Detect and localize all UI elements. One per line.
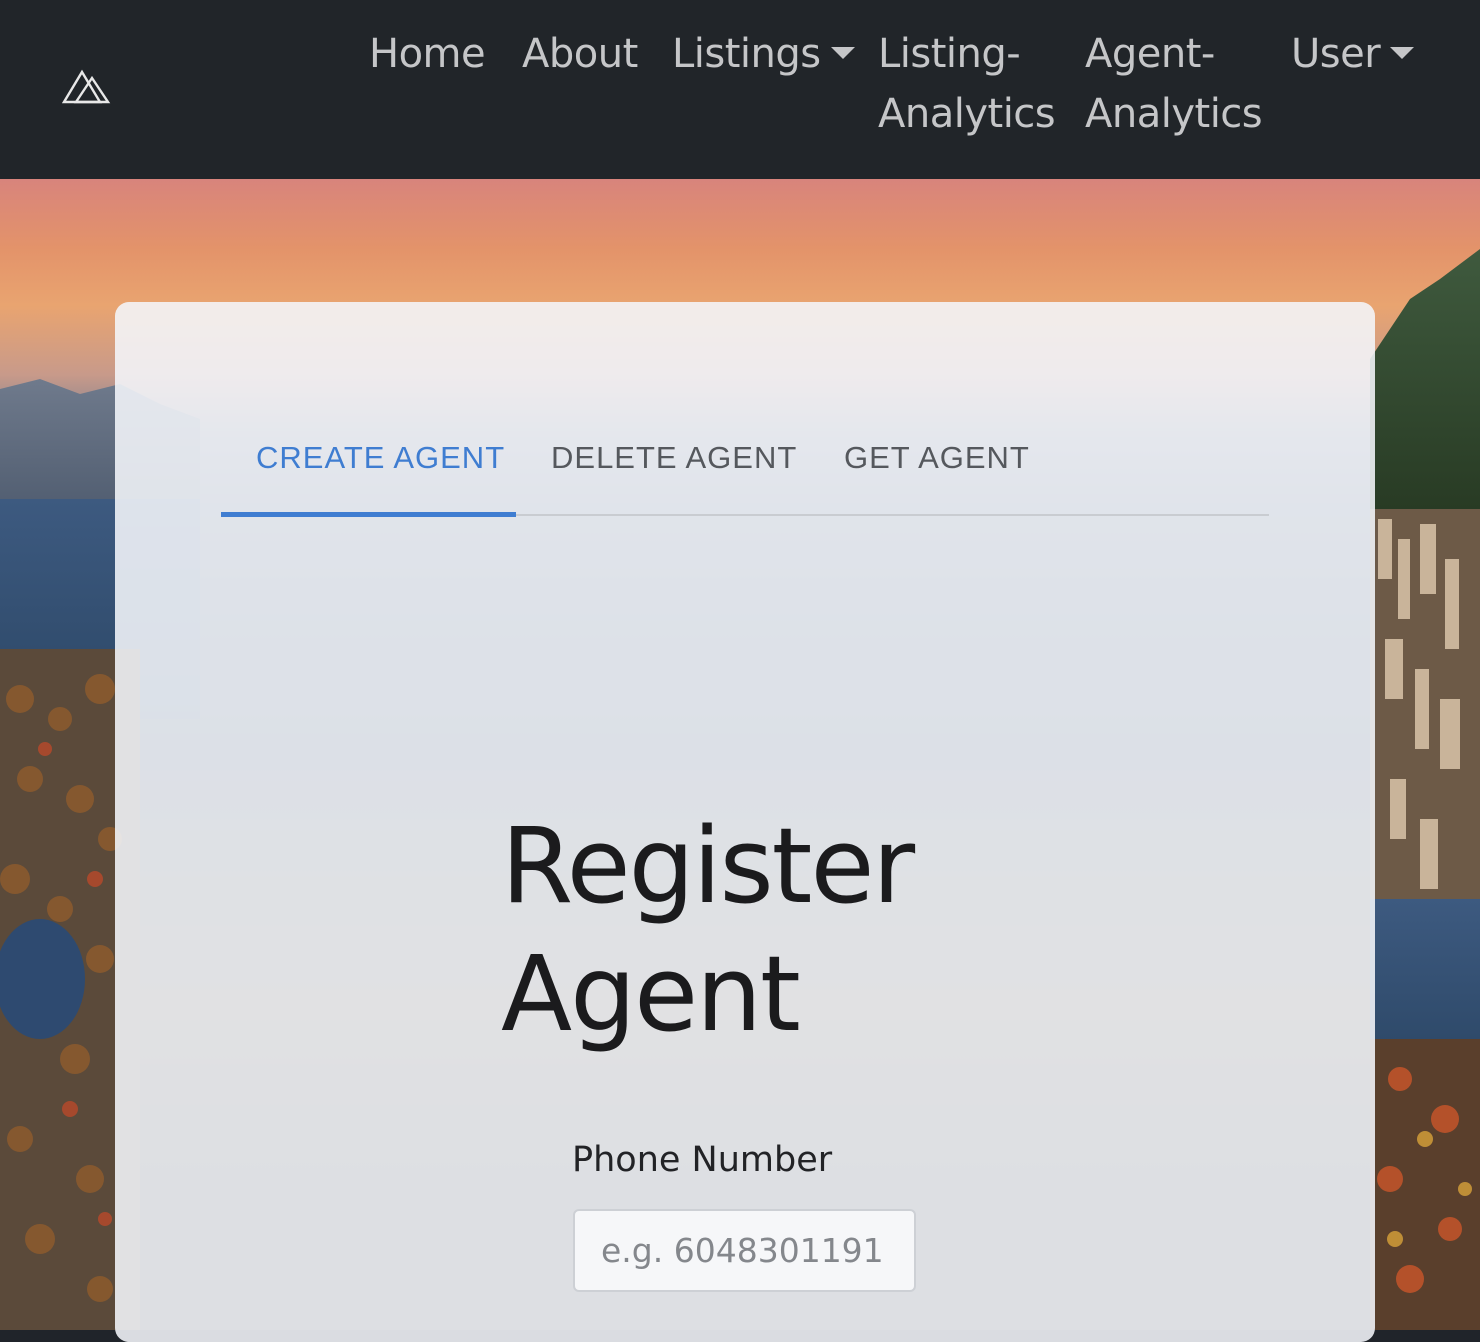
tab-get-agent[interactable]: GET AGENT [844, 440, 1030, 476]
nav-home-label: Home [369, 31, 486, 77]
tab-create-agent[interactable]: CREATE AGENT [256, 440, 505, 476]
nav-listing-analytics-label-line2: Analytics [878, 91, 1056, 137]
nav-about-label: About [522, 31, 638, 77]
nav-agent-analytics-link[interactable]: Agent- Analytics [1085, 24, 1263, 144]
page-title-line2: Agent [501, 933, 801, 1055]
phone-number-input[interactable] [573, 1209, 916, 1292]
agent-form-card: CREATE AGENT DELETE AGENT GET AGENT Regi… [115, 302, 1375, 1342]
nav-listing-analytics-link[interactable]: Listing- Analytics [878, 24, 1056, 144]
nav-listings-label: Listings [672, 31, 821, 77]
nav-user-label: User [1291, 31, 1381, 77]
nav-about-link[interactable]: About [522, 24, 638, 84]
nav-listing-analytics-label-line1: Listing- [878, 31, 1021, 77]
tab-delete-agent[interactable]: DELETE AGENT [551, 440, 797, 476]
nav-user-dropdown[interactable]: User [1291, 24, 1415, 84]
top-navbar: Home About Listings Listing- Analytics A… [0, 0, 1480, 179]
page-title-line1: Register [501, 805, 915, 927]
nav-listings-dropdown[interactable]: Listings [672, 24, 855, 84]
caret-down-icon [830, 47, 855, 59]
nav-home-link[interactable]: Home [369, 24, 486, 84]
agent-tabs: CREATE AGENT DELETE AGENT GET AGENT [221, 422, 1269, 517]
active-tab-indicator [221, 512, 516, 517]
page-title: Register Agent [501, 802, 1021, 1058]
caret-down-icon [1390, 47, 1415, 59]
nav-agent-analytics-label-line1: Agent- [1085, 31, 1215, 77]
nav-agent-analytics-label-line2: Analytics [1085, 91, 1263, 137]
phone-number-label: Phone Number [572, 1140, 833, 1180]
mountain-logo-icon[interactable] [61, 68, 112, 108]
